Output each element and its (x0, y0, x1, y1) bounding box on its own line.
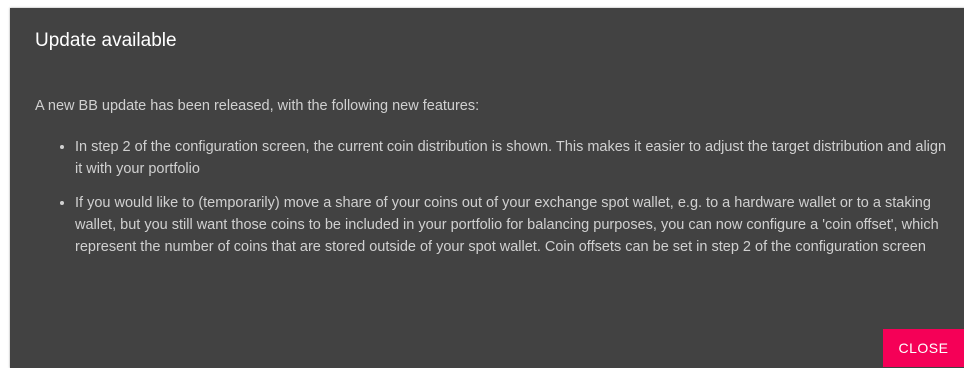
dialog-title: Update available (35, 30, 177, 51)
update-dialog: Update available A new BB update has bee… (10, 8, 964, 368)
feature-list: In step 2 of the configuration screen, t… (35, 136, 955, 270)
dialog-intro: A new BB update has been released, with … (35, 98, 480, 114)
close-button[interactable]: Close (883, 329, 964, 367)
feature-item: If you would like to (temporarily) move … (75, 192, 955, 258)
feature-item: In step 2 of the configuration screen, t… (75, 136, 955, 180)
